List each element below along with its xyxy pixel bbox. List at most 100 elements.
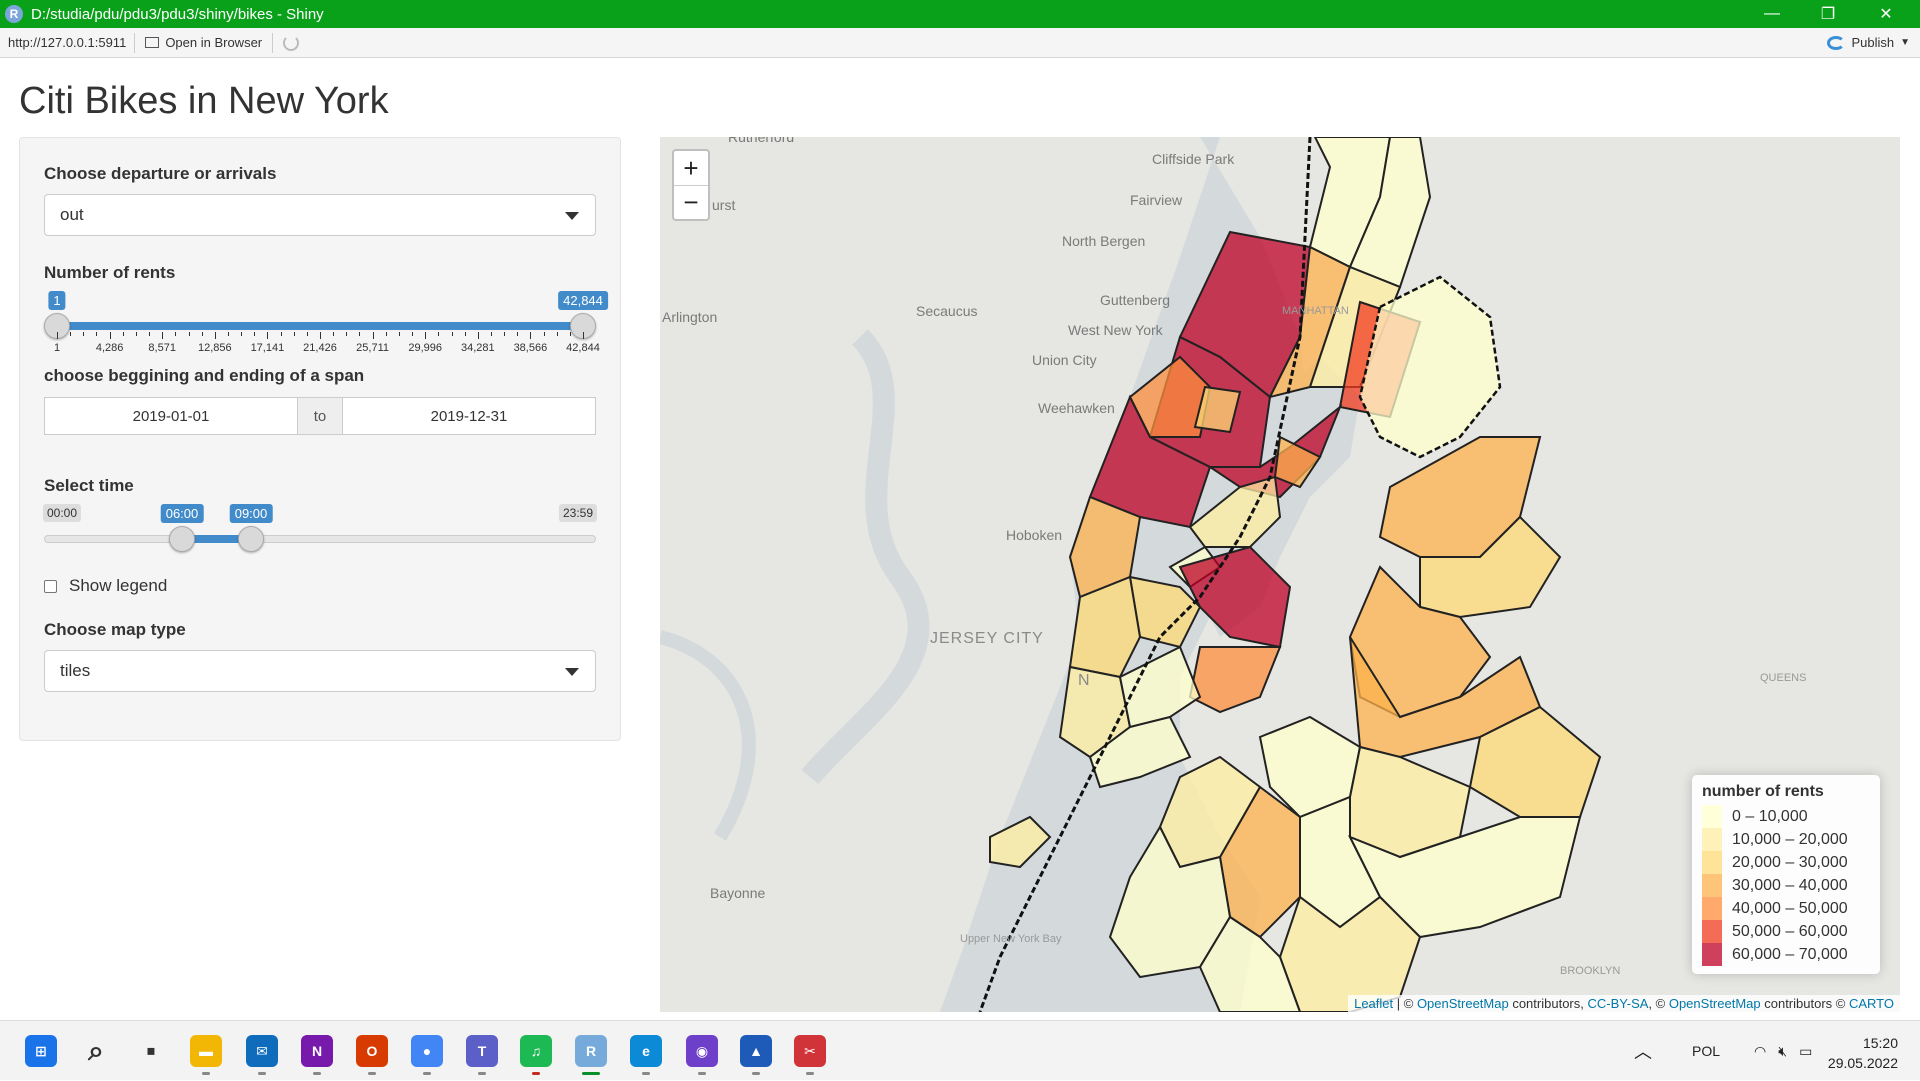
span-label: choose beggining and ending of a span <box>44 366 365 385</box>
photos-icon[interactable]: ▲ <box>740 1035 772 1067</box>
language-indicator[interactable]: POL <box>1692 1043 1720 1059</box>
task-view-icon[interactable]: ▪ <box>135 1035 167 1067</box>
place-label: Arlington <box>662 309 718 325</box>
rents-tick-label: 4,286 <box>95 342 124 354</box>
teams-icon[interactable]: T <box>466 1035 498 1067</box>
running-indicator <box>258 1072 266 1075</box>
chrome-icon[interactable]: ● <box>411 1035 443 1067</box>
clock[interactable]: 15:20 29.05.2022 <box>1828 1033 1898 1073</box>
zoom-out-button[interactable]: − <box>674 185 708 219</box>
passaic-river <box>660 630 756 841</box>
running-indicator <box>752 1072 760 1075</box>
leaflet-link[interactable]: Leaflet <box>1354 996 1393 1011</box>
rents-tick <box>477 332 479 339</box>
file-explorer-icon[interactable]: ▬ <box>190 1035 222 1067</box>
volume-muted-icon[interactable]: 🔇︎ <box>1778 1043 1787 1060</box>
publish-button[interactable]: Publish ▼ <box>1827 35 1910 50</box>
osm-link[interactable]: OpenStreetMap <box>1417 996 1509 1011</box>
battery-icon[interactable]: ▭ <box>1799 1043 1812 1060</box>
rents-range-slider[interactable]: 1 42,844 1 4,286 8,571 12,856 17,141 21,426 25… <box>44 291 608 371</box>
running-indicator <box>532 1072 540 1075</box>
ccbysa-link[interactable]: CC-BY-SA <box>1587 996 1648 1011</box>
place-label: Guttenberg <box>1100 292 1171 308</box>
rents-minor-tick <box>569 332 571 336</box>
rents-tick-label: 17,141 <box>250 342 285 354</box>
legend-item: 40,000 – 50,000 <box>1702 897 1870 920</box>
minimize-button[interactable]: — <box>1744 0 1800 28</box>
rents-tick <box>320 332 321 339</box>
time-from-handle[interactable] <box>169 526 195 552</box>
rents-minor-tick <box>175 332 177 336</box>
running-indicator <box>313 1072 321 1075</box>
rstudio-icon[interactable]: R <box>575 1035 607 1067</box>
rents-minor-tick <box>254 332 256 336</box>
show-legend-checkbox[interactable] <box>44 579 57 593</box>
publish-label: Publish <box>1851 35 1895 50</box>
onenote-icon[interactable]: N <box>301 1035 333 1067</box>
rents-tick-label: 34,281 <box>460 342 495 354</box>
time-to-handle[interactable] <box>238 526 264 552</box>
nta-region[interactable] <box>1188 646 1282 714</box>
show-legend-label: Show legend <box>69 576 168 595</box>
rents-minor-tick <box>398 332 400 336</box>
rents-minor-tick <box>517 332 519 336</box>
rents-minor-tick <box>280 332 282 336</box>
map-legend: number of rents 0 – 10,000 10,000 – 20,00… <box>1692 775 1880 974</box>
direction-value: out <box>60 205 84 224</box>
leaflet-map[interactable]: + − Rutherford Cliffside Park Fairview Nort… <box>660 137 1900 1012</box>
time-from-badge: 06:00 <box>160 504 204 523</box>
legend-items: 0 – 10,000 10,000 – 20,000 20,000 – 30,000… <box>1702 805 1870 966</box>
place-label: Upper New York Bay <box>960 933 1062 945</box>
rents-minor-tick <box>412 332 414 336</box>
rents-tick <box>425 332 427 339</box>
rents-minor-tick <box>490 332 492 336</box>
place-label: West New York <box>1068 322 1163 338</box>
start-date-input[interactable]: 2019-01-01 <box>44 397 298 435</box>
start-icon[interactable]: ⊞ <box>25 1035 57 1067</box>
rents-tick <box>109 332 111 339</box>
running-indicator <box>582 1072 600 1075</box>
rents-from-badge: 1 <box>48 291 66 310</box>
time-range-slider[interactable]: 00:00 23:59 06:00 09:00 <box>42 504 598 564</box>
attribution-text: | © <box>1393 996 1417 1011</box>
maptype-select[interactable]: tiles <box>44 650 596 692</box>
edge-icon[interactable]: e <box>630 1035 662 1067</box>
legend-swatch <box>1702 828 1722 851</box>
place-label: Hoboken <box>1006 527 1063 543</box>
time-to-badge: 09:00 <box>229 504 273 523</box>
show-legend-checkbox-row[interactable]: Show legend <box>44 576 167 596</box>
rents-minor-tick <box>306 332 308 336</box>
chevron-up-icon[interactable]: ︿ <box>1634 1038 1652 1064</box>
place-label: Rutherford <box>728 137 795 145</box>
carto-link[interactable]: CARTO <box>1849 996 1894 1011</box>
wifi-icon[interactable]: ◠ <box>1754 1043 1766 1060</box>
rents-tick-label: 21,426 <box>303 342 337 354</box>
snipping-tool-icon[interactable]: ✂ <box>794 1035 826 1067</box>
direction-select[interactable]: out <box>44 194 596 236</box>
close-button[interactable]: ✕ <box>1858 0 1914 28</box>
osm-link-2[interactable]: OpenStreetMap <box>1669 996 1761 1011</box>
spotify-icon[interactable]: ♫ <box>520 1035 552 1067</box>
rents-minor-tick <box>346 332 348 336</box>
legend-item: 60,000 – 70,000 <box>1702 943 1870 966</box>
end-date-input[interactable]: 2019-12-31 <box>342 397 596 435</box>
rents-minor-tick <box>293 332 295 336</box>
rents-tick <box>214 332 216 339</box>
mail-icon[interactable]: ✉ <box>246 1035 278 1067</box>
time-max-label: 23:59 <box>558 504 598 522</box>
office-icon[interactable]: O <box>356 1035 388 1067</box>
restore-button[interactable]: ❐ <box>1800 0 1856 28</box>
open-in-browser-button[interactable]: Open in Browser <box>135 32 274 53</box>
r-app-icon: R <box>5 5 23 23</box>
rents-minor-tick <box>149 332 151 336</box>
github-icon[interactable]: ◉ <box>686 1035 718 1067</box>
rents-minor-tick <box>241 332 243 336</box>
refresh-icon[interactable] <box>283 34 300 51</box>
rents-minor-tick <box>359 332 361 336</box>
zoom-control: + − <box>672 149 710 221</box>
rents-minor-tick <box>543 332 545 336</box>
url-field[interactable]: http://127.0.0.1:5911 <box>0 32 136 53</box>
search-icon[interactable]: ⌕ <box>80 1035 112 1067</box>
zoom-in-button[interactable]: + <box>674 151 708 185</box>
legend-label: 30,000 – 40,000 <box>1732 876 1848 894</box>
